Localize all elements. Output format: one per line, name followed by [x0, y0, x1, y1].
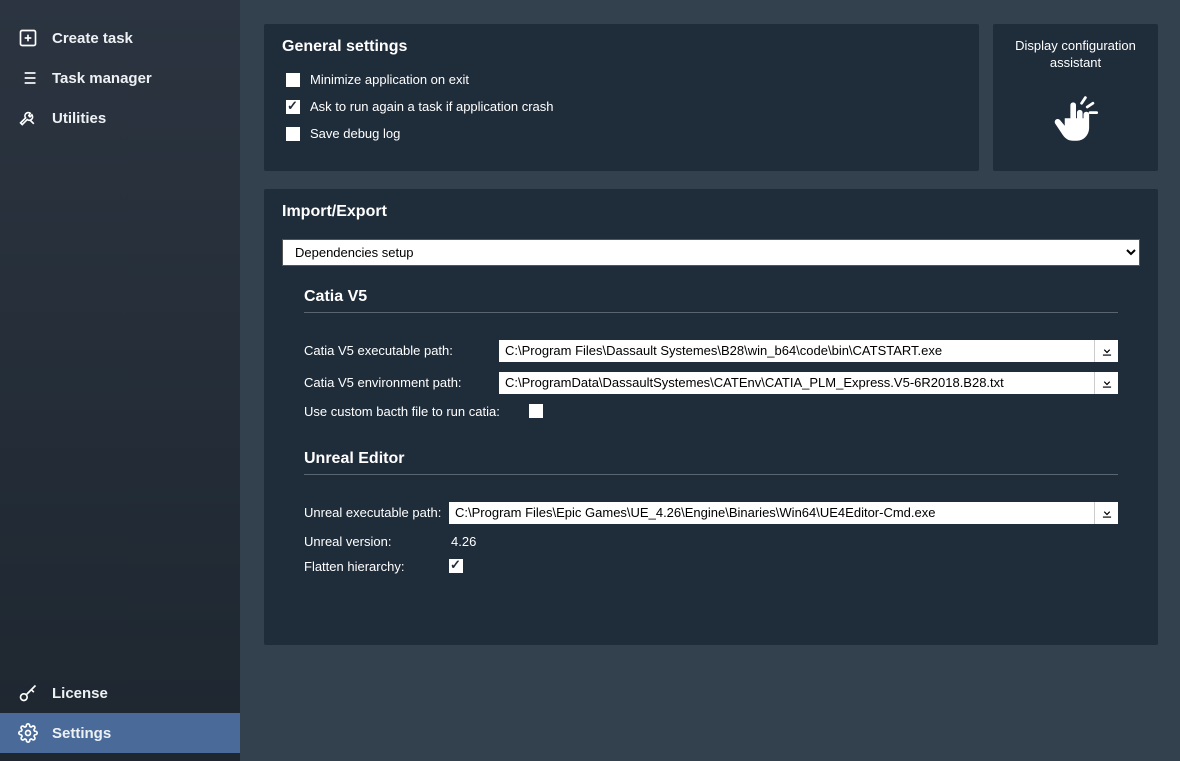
sidebar-item-task-manager[interactable]: Task manager — [0, 58, 240, 98]
checkbox-label: Save debug log — [310, 126, 400, 141]
unreal-section: Unreal Editor Unreal executable path: Un… — [264, 450, 1158, 579]
config-assistant-button[interactable]: Display configuration assistant — [993, 24, 1158, 171]
assistant-label: Display configuration assistant — [1003, 38, 1148, 72]
sidebar-item-label: Create task — [52, 30, 133, 47]
browse-button[interactable] — [1094, 502, 1118, 524]
sidebar-item-label: Task manager — [52, 70, 152, 87]
ask-run-again-checkbox[interactable] — [286, 100, 300, 114]
sidebar-item-license[interactable]: License — [0, 673, 240, 713]
gear-icon — [18, 723, 38, 743]
sidebar: Create task Task manager Utilities Licen… — [0, 0, 240, 761]
ask-run-again-row[interactable]: Ask to run again a task if application c… — [264, 93, 979, 120]
content-area: General settings Minimize application on… — [240, 0, 1180, 761]
save-debug-log-row[interactable]: Save debug log — [264, 120, 979, 147]
sidebar-item-settings[interactable]: Settings — [0, 713, 240, 753]
catia-section: Catia V5 Catia V5 executable path: Catia… — [264, 288, 1158, 424]
browse-button[interactable] — [1094, 340, 1118, 362]
browse-button[interactable] — [1094, 372, 1118, 394]
minimize-on-exit-checkbox[interactable] — [286, 73, 300, 87]
import-export-panel: Import/Export Dependencies setup Catia V… — [264, 189, 1158, 645]
panel-title: General settings — [264, 24, 979, 66]
unreal-version-label: Unreal version: — [304, 534, 449, 549]
sidebar-item-utilities[interactable]: Utilities — [0, 98, 240, 138]
unreal-version-value: 4.26 — [449, 534, 476, 549]
tools-icon — [18, 108, 38, 128]
catia-batch-checkbox[interactable] — [529, 404, 543, 418]
key-icon — [18, 683, 38, 703]
list-icon — [18, 68, 38, 88]
sidebar-item-label: Utilities — [52, 110, 106, 127]
sidebar-item-label: Settings — [52, 725, 111, 742]
catia-exe-label: Catia V5 executable path: — [304, 343, 499, 358]
section-title: Unreal Editor — [304, 450, 1118, 475]
general-settings-panel: General settings Minimize application on… — [264, 24, 979, 171]
plus-square-icon — [18, 28, 38, 48]
catia-env-input[interactable] — [499, 372, 1094, 394]
sidebar-item-create-task[interactable]: Create task — [0, 18, 240, 58]
unreal-exe-input[interactable] — [449, 502, 1094, 524]
section-title: Catia V5 — [304, 288, 1118, 313]
unreal-flatten-label: Flatten hierarchy: — [304, 559, 449, 574]
save-debug-log-checkbox[interactable] — [286, 127, 300, 141]
click-hand-icon — [1046, 92, 1106, 157]
dependencies-select[interactable]: Dependencies setup — [282, 239, 1140, 266]
catia-exe-input[interactable] — [499, 340, 1094, 362]
checkbox-label: Ask to run again a task if application c… — [310, 99, 554, 114]
minimize-on-exit-row[interactable]: Minimize application on exit — [264, 66, 979, 93]
checkbox-label: Minimize application on exit — [310, 72, 469, 87]
panel-title: Import/Export — [264, 189, 1158, 231]
unreal-exe-label: Unreal executable path: — [304, 505, 449, 520]
catia-batch-label: Use custom bacth file to run catia: — [304, 404, 529, 419]
sidebar-item-label: License — [52, 685, 108, 702]
catia-env-label: Catia V5 environment path: — [304, 375, 499, 390]
unreal-flatten-checkbox[interactable] — [449, 559, 463, 573]
